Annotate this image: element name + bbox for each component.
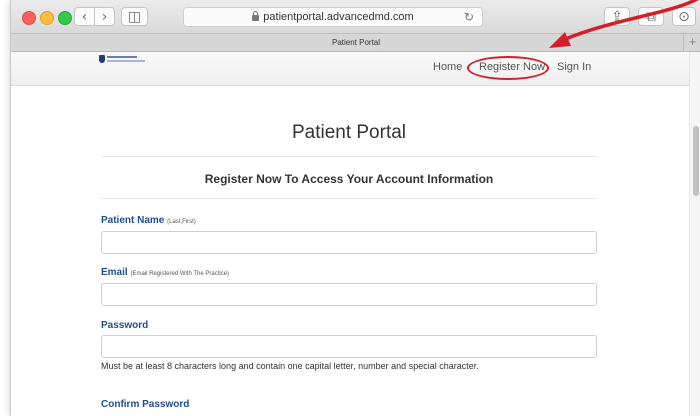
password-label: Password <box>101 320 149 331</box>
scrollbar-thumb[interactable] <box>693 126 699 196</box>
site-navbar: Home Register Now Sign In <box>11 52 689 86</box>
reload-icon[interactable]: ↻ <box>464 8 474 26</box>
patient-name-label: Patient Name (Last,First) <box>101 215 196 226</box>
url-text: patientportal.advancedmd.com <box>263 11 414 23</box>
tab-title[interactable]: Patient Portal <box>332 38 380 47</box>
page-scrollbar[interactable] <box>689 52 700 416</box>
divider <box>101 198 597 199</box>
lock-icon <box>252 11 260 21</box>
patient-name-hint: (Last,First) <box>167 219 196 225</box>
forward-button[interactable]: › <box>94 7 115 26</box>
chevron-right-icon: › <box>101 9 108 25</box>
password-input[interactable] <box>101 335 597 358</box>
address-bar[interactable]: patientportal.advancedmd.com ↻ <box>183 7 483 27</box>
shield-icon <box>99 55 105 63</box>
email-hint: (Email Registered With The Practice) <box>130 271 230 277</box>
patient-name-input[interactable] <box>101 231 597 254</box>
nav-home-link[interactable]: Home <box>433 61 462 73</box>
zoom-window-button[interactable] <box>58 11 72 25</box>
password-help-text: Must be at least 8 characters long and c… <box>101 361 479 371</box>
annotation-circle <box>467 56 549 80</box>
browser-window: ‹ › ◫ patientportal.advancedmd.com ↻ ⇪ ⧉… <box>10 0 700 416</box>
confirm-password-label: Confirm Password <box>101 399 190 410</box>
email-input[interactable] <box>101 283 597 306</box>
practice-logo[interactable] <box>99 55 149 65</box>
nav-signin-link[interactable]: Sign In <box>557 61 591 73</box>
divider <box>101 156 597 157</box>
web-page: Home Register Now Sign In Patient Portal… <box>11 52 700 416</box>
chevron-left-icon: ‹ <box>81 9 88 25</box>
email-label: Email (Email Registered With The Practic… <box>101 267 230 278</box>
page-title: Patient Portal <box>291 122 407 143</box>
annotation-arrow-icon <box>549 0 699 48</box>
page-subtitle: Register Now To Access Your Account Info… <box>204 172 494 186</box>
sidebar-toggle-button[interactable]: ◫ <box>121 7 148 26</box>
sidebar-icon: ◫ <box>127 9 142 25</box>
close-window-button[interactable] <box>22 11 36 25</box>
back-button[interactable]: ‹ <box>74 7 95 26</box>
minimize-window-button[interactable] <box>40 11 54 25</box>
